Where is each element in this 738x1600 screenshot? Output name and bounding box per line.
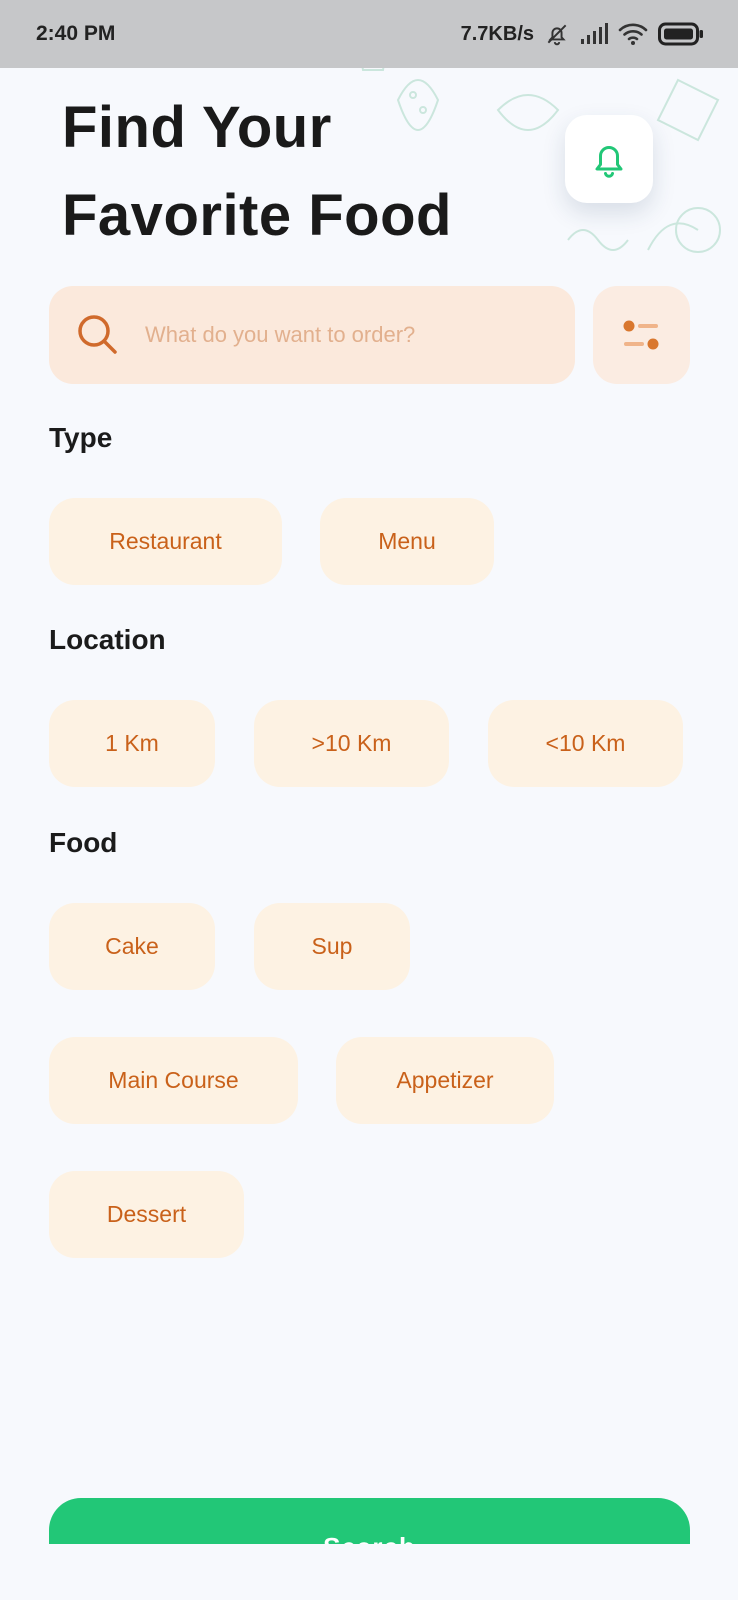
search-button-label: Search (323, 1532, 416, 1544)
bell-icon (595, 146, 623, 178)
section-heading-location: Location (49, 624, 166, 655)
title-line-2: Favorite Food (62, 183, 452, 248)
chip-main-course[interactable]: Main Course (49, 1037, 298, 1124)
status-bar: 2:40 PM 7.7KB/s (0, 0, 738, 68)
section-heading-type: Type (49, 422, 113, 453)
search-input[interactable] (143, 321, 547, 349)
search-icon (78, 315, 117, 354)
chip-menu[interactable]: Menu (320, 498, 494, 585)
chip-cake[interactable]: Cake (49, 903, 215, 990)
battery-icon (658, 22, 703, 46)
signal-icon (581, 23, 608, 44)
page-title: Find Your Favorite Food (62, 84, 532, 260)
search-button[interactable]: Search (49, 1498, 690, 1544)
chip-more-than-10-km[interactable]: >10 Km (254, 700, 449, 787)
notification-button[interactable] (565, 115, 653, 203)
chip-dessert[interactable]: Dessert (49, 1171, 244, 1258)
bell-off-icon (547, 24, 567, 46)
chip-sup[interactable]: Sup (254, 903, 410, 990)
network-speed: 7.7KB/s (460, 22, 534, 45)
search-bar[interactable] (49, 286, 575, 384)
chip-less-than-10-km[interactable]: <10 Km (488, 700, 683, 787)
title-line-1: Find Your (62, 95, 332, 160)
filter-button[interactable] (593, 286, 690, 384)
section-heading-food: Food (49, 827, 118, 858)
filter-icon (623, 320, 658, 350)
status-time: 2:40 PM (36, 22, 116, 45)
chip-appetizer[interactable]: Appetizer (336, 1037, 554, 1124)
chip-restaurant[interactable]: Restaurant (49, 498, 282, 585)
wifi-icon (618, 23, 648, 45)
chip-1-km[interactable]: 1 Km (49, 700, 215, 787)
status-icons: 7.7KB/s (461, 21, 704, 47)
